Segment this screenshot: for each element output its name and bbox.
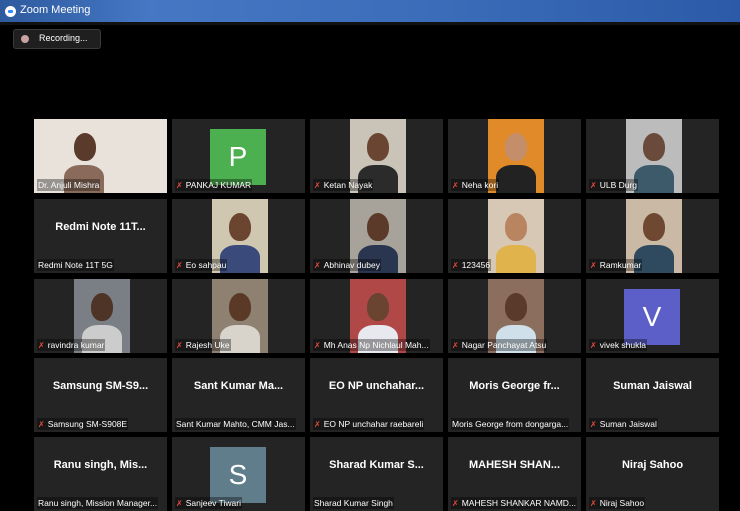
participant-avatar: S bbox=[210, 447, 266, 503]
window-title: Zoom Meeting bbox=[20, 4, 91, 16]
participant-name: ✗ Eo sahpau bbox=[175, 259, 228, 271]
participant-name: Moris George from dongarga... bbox=[451, 418, 570, 430]
participant-name: ✗ Mh Anas Np Nichlaul Mah... bbox=[313, 339, 430, 351]
participant-name: ✗ Suman Jaiswal bbox=[589, 418, 658, 430]
participant-name: ✗ Sanjeev Tiwari bbox=[175, 497, 242, 509]
participant-video bbox=[488, 199, 544, 273]
participant-display-name: EO NP unchahar... bbox=[328, 380, 425, 392]
participant-display-name: Ranu singh, Mis... bbox=[53, 459, 148, 471]
participant-tile[interactable]: P ✗ PANKAJ KUMAR bbox=[172, 119, 305, 193]
participant-display-name: Sharad Kumar S... bbox=[329, 459, 424, 471]
participant-display-name: Sant Kumar Ma... bbox=[193, 380, 284, 392]
participant-name: ✗ Ramkumar bbox=[589, 259, 643, 271]
mic-muted-icon: ✗ bbox=[314, 261, 321, 270]
participant-name: Sharad Kumar Singh bbox=[313, 497, 394, 509]
participant-tile[interactable]: ✗ Abhinav dubey bbox=[310, 199, 443, 273]
participant-name: Ranu singh, Mission Manager... bbox=[37, 497, 159, 509]
participant-tile[interactable]: Redmi Note 11T... Redmi Note 11T 5G bbox=[34, 199, 167, 273]
mic-muted-icon: ✗ bbox=[176, 341, 183, 350]
participant-name: ✗ Rajesh Uke bbox=[175, 339, 231, 351]
participant-name: ✗ Ketan Nayak bbox=[313, 179, 374, 191]
participant-tile[interactable]: ✗ Nagar Panchayat Atsu bbox=[448, 279, 581, 353]
participant-tile[interactable]: Samsung SM-S9... ✗ Samsung SM-S908E bbox=[34, 358, 167, 432]
mic-muted-icon: ✗ bbox=[452, 181, 459, 190]
titlebar-divider bbox=[0, 22, 740, 25]
participant-name: Dr. Anjuli Mishra bbox=[37, 179, 101, 191]
participant-avatar: P bbox=[210, 129, 266, 185]
window-titlebar[interactable]: Zoom Meeting bbox=[0, 0, 740, 22]
participant-tile[interactable]: Sharad Kumar S... Sharad Kumar Singh bbox=[310, 437, 443, 511]
participant-name: ✗ Nagar Panchayat Atsu bbox=[451, 339, 548, 351]
participant-display-name: Suman Jaiswal bbox=[613, 380, 692, 392]
mic-muted-icon: ✗ bbox=[38, 341, 45, 350]
mic-muted-icon: ✗ bbox=[176, 261, 183, 270]
mic-muted-icon: ✗ bbox=[590, 499, 597, 508]
participant-name: ✗ Niraj Sahoo bbox=[589, 497, 646, 509]
participant-tile[interactable]: ✗ Neha kori bbox=[448, 119, 581, 193]
participant-name: ✗ Neha kori bbox=[451, 179, 500, 191]
participant-tile[interactable]: ✗ Ketan Nayak bbox=[310, 119, 443, 193]
participant-display-name: Samsung SM-S9... bbox=[52, 380, 149, 392]
participant-tile[interactable]: Niraj Sahoo ✗ Niraj Sahoo bbox=[586, 437, 719, 511]
participant-tile[interactable]: ✗ ULB Durg bbox=[586, 119, 719, 193]
participant-name: ✗ 123456 bbox=[451, 259, 492, 271]
recording-label: Recording... bbox=[39, 33, 88, 43]
mic-muted-icon: ✗ bbox=[590, 420, 597, 429]
participant-name: Sant Kumar Mahto, CMM Jas... bbox=[175, 418, 296, 430]
participant-tile[interactable]: EO NP unchahar... ✗ EO NP unchahar raebare… bbox=[310, 358, 443, 432]
mic-muted-icon: ✗ bbox=[314, 181, 321, 190]
participant-tile[interactable]: ✗ 123456 bbox=[448, 199, 581, 273]
participant-tile[interactable]: ✗ Eo sahpau bbox=[172, 199, 305, 273]
participant-name: Redmi Note 11T 5G bbox=[37, 259, 114, 271]
participant-name: ✗ ravindra kumar bbox=[37, 339, 106, 351]
participant-tile[interactable]: ✗ Rajesh Uke bbox=[172, 279, 305, 353]
participant-display-name: MAHESH SHAN... bbox=[468, 459, 561, 471]
mic-muted-icon: ✗ bbox=[590, 341, 597, 350]
mic-muted-icon: ✗ bbox=[314, 420, 321, 429]
participant-avatar: V bbox=[624, 289, 680, 345]
participant-name: ✗ EO NP unchahar raebareli bbox=[313, 418, 425, 430]
participant-name: ✗ PANKAJ KUMAR bbox=[175, 179, 253, 191]
participant-tile[interactable]: Ranu singh, Mis... Ranu singh, Mission Ma… bbox=[34, 437, 167, 511]
participant-name: ✗ Abhinav dubey bbox=[313, 259, 381, 271]
participant-display-name: Moris George fr... bbox=[469, 380, 560, 392]
participant-tile[interactable]: Moris George fr... Moris George from dong… bbox=[448, 358, 581, 432]
zoom-logo-icon bbox=[5, 6, 16, 17]
participant-tile[interactable]: V ✗ vivek shukla bbox=[586, 279, 719, 353]
participant-tile[interactable]: MAHESH SHAN... ✗ MAHESH SHANKAR NAMD... bbox=[448, 437, 581, 511]
participant-name: ✗ MAHESH SHANKAR NAMD... bbox=[451, 497, 577, 509]
participant-display-name: Niraj Sahoo bbox=[621, 459, 684, 471]
mic-muted-icon: ✗ bbox=[314, 341, 321, 350]
mic-muted-icon: ✗ bbox=[38, 420, 45, 429]
mic-muted-icon: ✗ bbox=[590, 261, 597, 270]
mic-muted-icon: ✗ bbox=[452, 261, 459, 270]
participant-tile[interactable]: Suman Jaiswal ✗ Suman Jaiswal bbox=[586, 358, 719, 432]
participant-tile[interactable]: Dr. Anjuli Mishra bbox=[34, 119, 167, 193]
participant-tile[interactable]: ✗ Mh Anas Np Nichlaul Mah... bbox=[310, 279, 443, 353]
record-dot-icon bbox=[21, 35, 29, 43]
mic-muted-icon: ✗ bbox=[452, 499, 459, 508]
recording-indicator[interactable]: Recording... bbox=[13, 29, 101, 49]
mic-muted-icon: ✗ bbox=[452, 341, 459, 350]
mic-muted-icon: ✗ bbox=[590, 181, 597, 190]
mic-muted-icon: ✗ bbox=[176, 499, 183, 508]
participant-name: ✗ ULB Durg bbox=[589, 179, 639, 191]
participant-tile[interactable]: ✗ ravindra kumar bbox=[34, 279, 167, 353]
participant-display-name: Redmi Note 11T... bbox=[55, 221, 146, 233]
participant-tile[interactable]: Sant Kumar Ma... Sant Kumar Mahto, CMM Ja… bbox=[172, 358, 305, 432]
participant-name: ✗ Samsung SM-S908E bbox=[37, 418, 129, 430]
participant-tile[interactable]: S ✗ Sanjeev Tiwari bbox=[172, 437, 305, 511]
participant-tile[interactable]: ✗ Ramkumar bbox=[586, 199, 719, 273]
mic-muted-icon: ✗ bbox=[176, 181, 183, 190]
participant-name: ✗ vivek shukla bbox=[589, 339, 648, 351]
